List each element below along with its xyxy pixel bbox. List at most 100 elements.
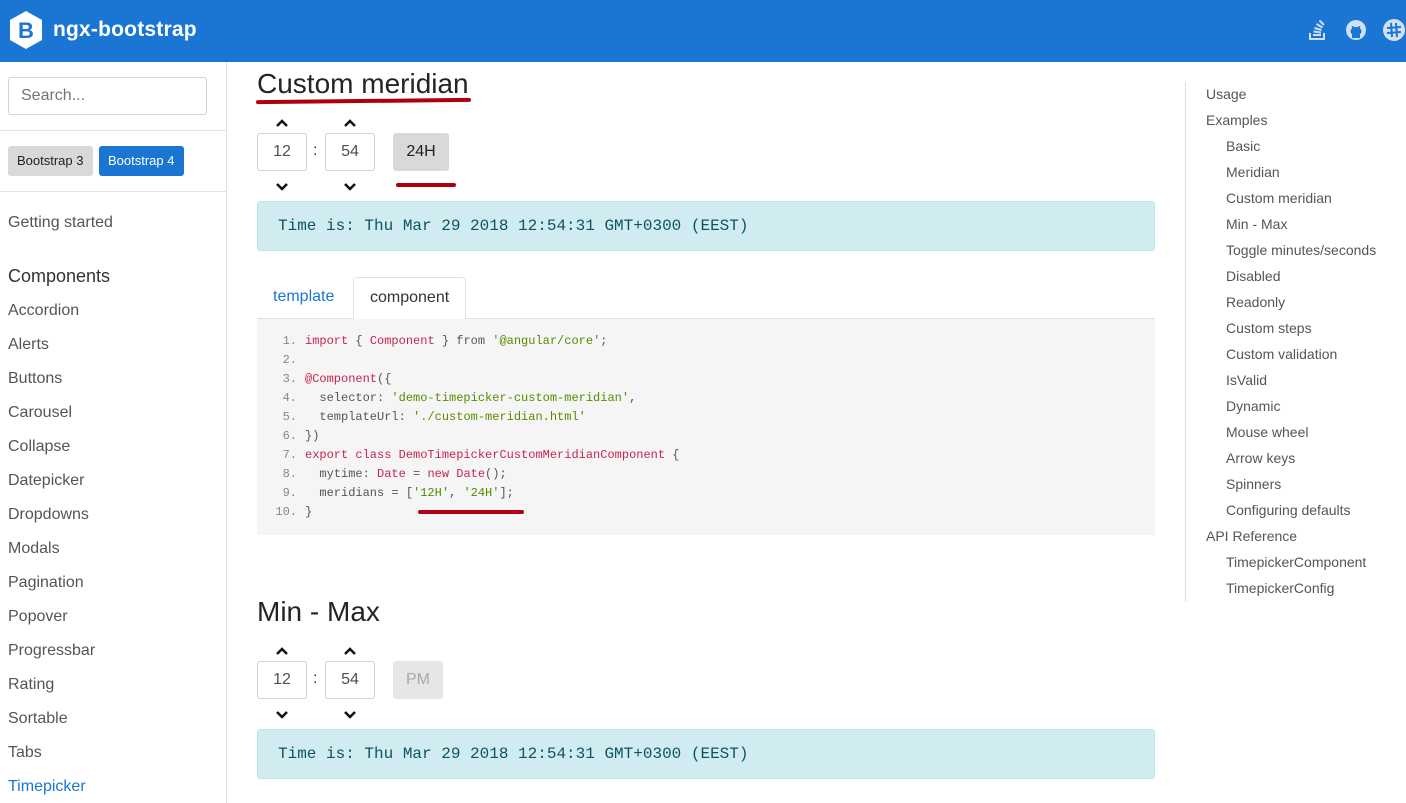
sidebar-item-modals[interactable]: Modals <box>8 540 60 558</box>
code-token: , <box>449 486 464 500</box>
toc-item-configuring-defaults[interactable]: Configuring defaults <box>1226 502 1351 518</box>
sidebar-item-dropdowns[interactable]: Dropdowns <box>8 506 89 524</box>
toc-item-meridian[interactable]: Meridian <box>1226 164 1280 180</box>
toc-item-timepickercomponent[interactable]: TimepickerComponent <box>1226 554 1366 570</box>
code-token: ({ <box>377 372 392 386</box>
code-token: Component <box>369 334 435 348</box>
toc-item-disabled[interactable]: Disabled <box>1226 268 1280 284</box>
code-token: , <box>629 391 637 405</box>
minutes-up-chevron-icon[interactable] <box>325 114 375 132</box>
bootstrap-4-button[interactable]: Bootstrap 4 <box>99 146 184 176</box>
code-token: { <box>665 448 680 462</box>
sidebar-item-popover[interactable]: Popover <box>8 608 68 626</box>
code-token: } <box>305 505 313 519</box>
toc-item-basic[interactable]: Basic <box>1226 138 1260 154</box>
toc-item-min-max[interactable]: Min - Max <box>1226 216 1287 232</box>
main-content: Custom meridian : 24H Time is: Thu Mar 2… <box>227 62 1187 803</box>
sidebar-item-tabs[interactable]: Tabs <box>8 744 42 762</box>
toc-item-dynamic[interactable]: Dynamic <box>1226 398 1280 414</box>
hours-down-chevron-icon[interactable] <box>257 706 307 724</box>
toc-item-custom-steps[interactable]: Custom steps <box>1226 320 1312 336</box>
code-token: new Date <box>427 467 486 481</box>
toc-item-timepickerconfig[interactable]: TimepickerConfig <box>1226 580 1334 596</box>
code-line: 8. mytime: Date = new Date(); <box>257 465 1155 484</box>
code-token: ; <box>600 334 608 348</box>
meridian-toggle-button[interactable]: 24H <box>393 133 449 171</box>
code-line: 7. export class DemoTimepickerCustomMerid… <box>257 446 1155 465</box>
sidebar-item-alerts[interactable]: Alerts <box>8 336 49 354</box>
stackoverflow-icon[interactable] <box>1306 16 1330 44</box>
toc-item-spinners[interactable]: Spinners <box>1226 476 1281 492</box>
slack-icon[interactable] <box>1382 16 1406 44</box>
toc-item-arrow-keys[interactable]: Arrow keys <box>1226 450 1295 466</box>
sidebar-item-datepicker[interactable]: Datepicker <box>8 472 84 490</box>
toc-item-mouse-wheel[interactable]: Mouse wheel <box>1226 424 1309 440</box>
time-separator: : <box>313 142 318 159</box>
toc-item-isvalid[interactable]: IsValid <box>1226 372 1267 388</box>
sidebar: Bootstrap 3 Bootstrap 4 Getting started … <box>0 62 227 803</box>
minutes-input[interactable] <box>325 133 375 171</box>
code-line: 6.}) <box>257 427 1155 446</box>
timepicker-min-max: : PM <box>257 642 557 732</box>
code-line: 4. selector: 'demo-timepicker-custom-mer… <box>257 389 1155 408</box>
annotation-underline <box>396 183 456 187</box>
meridian-toggle-button[interactable]: PM <box>393 661 443 699</box>
code-token: }) <box>305 429 320 443</box>
tab-template[interactable]: template <box>257 277 350 319</box>
sidebar-item-buttons[interactable]: Buttons <box>8 370 62 388</box>
timepicker-custom-meridian: : 24H <box>257 114 557 204</box>
hours-down-chevron-icon[interactable] <box>257 178 307 196</box>
minutes-down-chevron-icon[interactable] <box>325 178 375 196</box>
sidebar-item-timepicker[interactable]: Timepicker <box>8 778 86 796</box>
svg-text:B: B <box>18 18 34 43</box>
code-token: { <box>348 334 370 348</box>
bootstrap-3-button[interactable]: Bootstrap 3 <box>8 146 93 176</box>
table-of-contents: Usage Examples Basic Meridian Custom meridia… <box>1185 82 1406 602</box>
sidebar-item-rating[interactable]: Rating <box>8 676 54 694</box>
line-number: 9. <box>282 486 297 500</box>
toc-item-api-reference[interactable]: API Reference <box>1206 528 1297 544</box>
line-number: 7. <box>282 448 297 462</box>
hours-up-chevron-icon[interactable] <box>257 114 307 132</box>
sidebar-item-carousel[interactable]: Carousel <box>8 404 72 422</box>
code-token: meridians = [ <box>305 486 414 500</box>
toc-item-custom-meridian[interactable]: Custom meridian <box>1226 190 1332 206</box>
toc-item-examples[interactable]: Examples <box>1206 112 1267 128</box>
sidebar-item-collapse[interactable]: Collapse <box>8 438 70 456</box>
sidebar-item-pagination[interactable]: Pagination <box>8 574 84 592</box>
minutes-down-chevron-icon[interactable] <box>325 706 375 724</box>
code-token: import <box>305 334 349 348</box>
code-line: 9. meridians = ['12H', '24H']; <box>257 484 1155 503</box>
code-token: ]; <box>499 486 514 500</box>
bootstrap-logo-icon: B <box>10 11 42 49</box>
section-title-custom-meridian: Custom meridian <box>257 68 469 99</box>
hours-input[interactable] <box>257 133 307 171</box>
code-token: '@angular/core' <box>492 334 601 348</box>
tab-component[interactable]: component <box>353 277 466 320</box>
code-token: templateUrl: <box>305 410 414 424</box>
hours-input[interactable] <box>257 661 307 699</box>
toc-item-toggle-minutes-seconds[interactable]: Toggle minutes/seconds <box>1226 242 1376 258</box>
brand[interactable]: B ngx-bootstrap <box>8 10 197 50</box>
toc-item-readonly[interactable]: Readonly <box>1226 294 1285 310</box>
code-token: '24H' <box>463 486 500 500</box>
line-number: 10. <box>275 505 297 519</box>
line-number: 5. <box>282 410 297 424</box>
hours-up-chevron-icon[interactable] <box>257 642 307 660</box>
minutes-input[interactable] <box>325 661 375 699</box>
sidebar-item-sortable[interactable]: Sortable <box>8 710 68 728</box>
sidebar-item-progressbar[interactable]: Progressbar <box>8 642 95 660</box>
time-output-alert: Time is: Thu Mar 29 2018 12:54:31 GMT+03… <box>257 729 1155 779</box>
search-input[interactable] <box>8 77 207 115</box>
toc-item-custom-validation[interactable]: Custom validation <box>1226 346 1337 362</box>
code-tabs: template component <box>257 277 1155 320</box>
minutes-up-chevron-icon[interactable] <box>325 642 375 660</box>
section-title-min-max: Min - Max <box>257 596 380 627</box>
sidebar-item-getting-started[interactable]: Getting started <box>8 214 113 232</box>
code-token: mytime: <box>305 467 378 481</box>
toc-item-usage[interactable]: Usage <box>1206 86 1246 102</box>
sidebar-item-accordion[interactable]: Accordion <box>8 302 79 320</box>
annotation-underline <box>418 510 524 514</box>
github-icon[interactable] <box>1344 16 1368 44</box>
line-number: 3. <box>282 372 297 386</box>
